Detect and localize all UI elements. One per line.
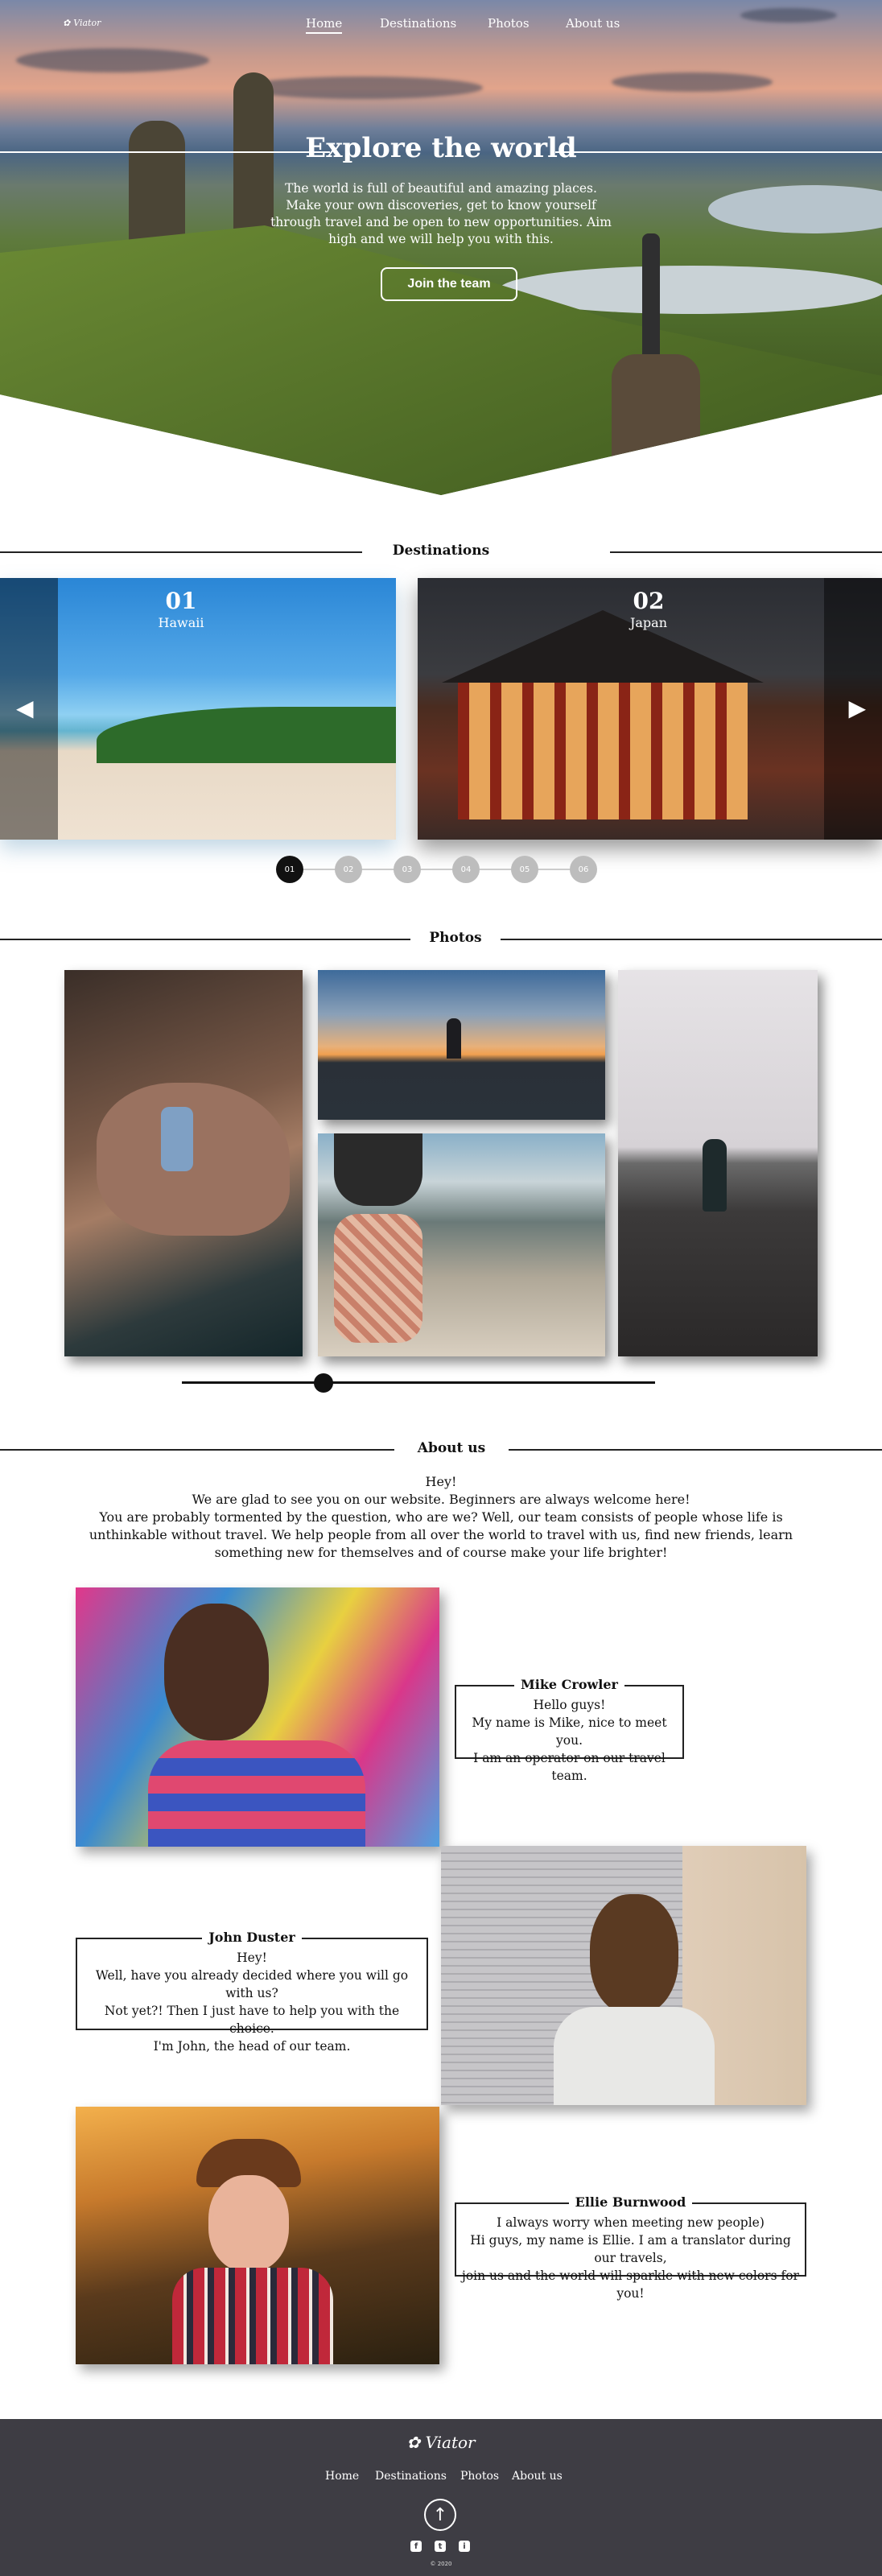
page-dot[interactable]: 03 [394, 856, 421, 883]
hero-subtitle: The world is full of beautiful and amazi… [270, 181, 612, 246]
photo-sunset[interactable] [318, 970, 605, 1120]
footer-link-home[interactable]: Home [325, 2470, 359, 2483]
section-line [610, 551, 882, 553]
paw-icon: ✿ [406, 2433, 426, 2452]
paw-icon: ✿ [63, 18, 71, 28]
footer-link-about-us[interactable]: About us [512, 2470, 563, 2483]
photo-sitting[interactable] [318, 1133, 605, 1356]
team-member-name: Mike Crowler [514, 1677, 624, 1692]
footer-logo[interactable]: ✿ Viator [0, 2433, 882, 2452]
hero-title: Explore the world [305, 132, 577, 164]
photos-slider-track[interactable] [182, 1381, 655, 1384]
scroll-top-arrow-icon[interactable]: ↑ [424, 2499, 456, 2531]
card-line: join us and the world will sparkle with … [462, 2268, 799, 2301]
page-dot[interactable]: 06 [570, 856, 597, 883]
footer-link-photos[interactable]: Photos [460, 2470, 499, 2483]
twitter-icon[interactable]: t [435, 2541, 446, 2552]
section-line [0, 551, 362, 553]
card-line: Well, have you already decided where you… [95, 1968, 409, 2000]
photo-ellie [76, 2107, 439, 2364]
team-member-name: John Duster [202, 1930, 302, 1945]
photos-slider-handle[interactable] [314, 1373, 334, 1393]
card-line: Hey! [237, 1951, 267, 1965]
card-line: I'm John, the head of our team. [153, 2039, 351, 2054]
section-line [501, 939, 882, 940]
photo-hiker[interactable] [618, 970, 818, 1356]
team-card: John Duster Hey! Well, have you already … [76, 1930, 428, 2054]
section-line [0, 939, 410, 940]
section-line [0, 1449, 394, 1451]
destination-slide[interactable]: 01 Hawaii ◀ [0, 578, 396, 840]
nav-home[interactable]: Home [306, 16, 343, 34]
about-title: About us [394, 1440, 509, 1456]
photo-rocks[interactable] [64, 970, 303, 1356]
page-dot[interactable]: 05 [511, 856, 538, 883]
nav-about-us[interactable]: About us [566, 16, 620, 31]
temple-image [458, 683, 748, 819]
card-line: I always worry when meeting new people) [497, 2215, 765, 2230]
page-dot[interactable]: 01 [276, 856, 303, 883]
card-line: My name is Mike, nice to meet you. [472, 1715, 667, 1748]
slide-place: Japan [629, 615, 668, 630]
slide-number: 01 [165, 588, 197, 614]
instagram-icon[interactable]: i [459, 2541, 470, 2552]
nav-logo[interactable]: ✿ Viator [63, 18, 101, 28]
copyright: © 2020 [430, 2561, 452, 2567]
team-card: Ellie Burnwood I always worry when meeti… [455, 2194, 806, 2301]
about-welcome: We are glad to see you on our website. B… [192, 1492, 690, 1507]
slide-place: Hawaii [158, 615, 204, 630]
facebook-icon[interactable]: f [410, 2541, 422, 2552]
nav-photos[interactable]: Photos [488, 16, 530, 31]
card-line: Not yet?! Then I just have to help you w… [104, 2004, 400, 2036]
destinations-title: Destinations [370, 543, 512, 559]
card-line: Hi guys, my name is Ellie. I am a transl… [470, 2233, 791, 2265]
card-line: Hello guys! [533, 1698, 606, 1712]
join-team-button[interactable]: Join the team [381, 267, 517, 301]
page-dot[interactable]: 04 [452, 856, 480, 883]
photo-john [441, 1846, 806, 2105]
photos-title: Photos [410, 930, 501, 946]
about-intro: Hey! We are glad to see you on our websi… [64, 1473, 818, 1562]
photo-mike [76, 1587, 439, 1847]
slide-number: 02 [633, 588, 665, 614]
team-member-name: Ellie Burnwood [568, 2194, 693, 2210]
team-card: Mike Crowler Hello guys! My name is Mike… [455, 1677, 684, 1783]
section-line [509, 1449, 882, 1451]
nav-destinations[interactable]: Destinations [380, 16, 456, 31]
destination-slide[interactable]: 02 Japan ▶ [418, 578, 882, 840]
about-description: You are probably tormented by the questi… [89, 1509, 793, 1560]
card-line: I am an operator on our travel team. [473, 1751, 666, 1783]
page-dot[interactable]: 02 [335, 856, 362, 883]
about-greeting: Hey! [425, 1474, 457, 1489]
prev-arrow-icon[interactable]: ◀ [16, 695, 34, 721]
footer-link-destinations[interactable]: Destinations [375, 2470, 447, 2483]
next-arrow-icon[interactable]: ▶ [848, 695, 866, 721]
island-image [97, 707, 396, 763]
